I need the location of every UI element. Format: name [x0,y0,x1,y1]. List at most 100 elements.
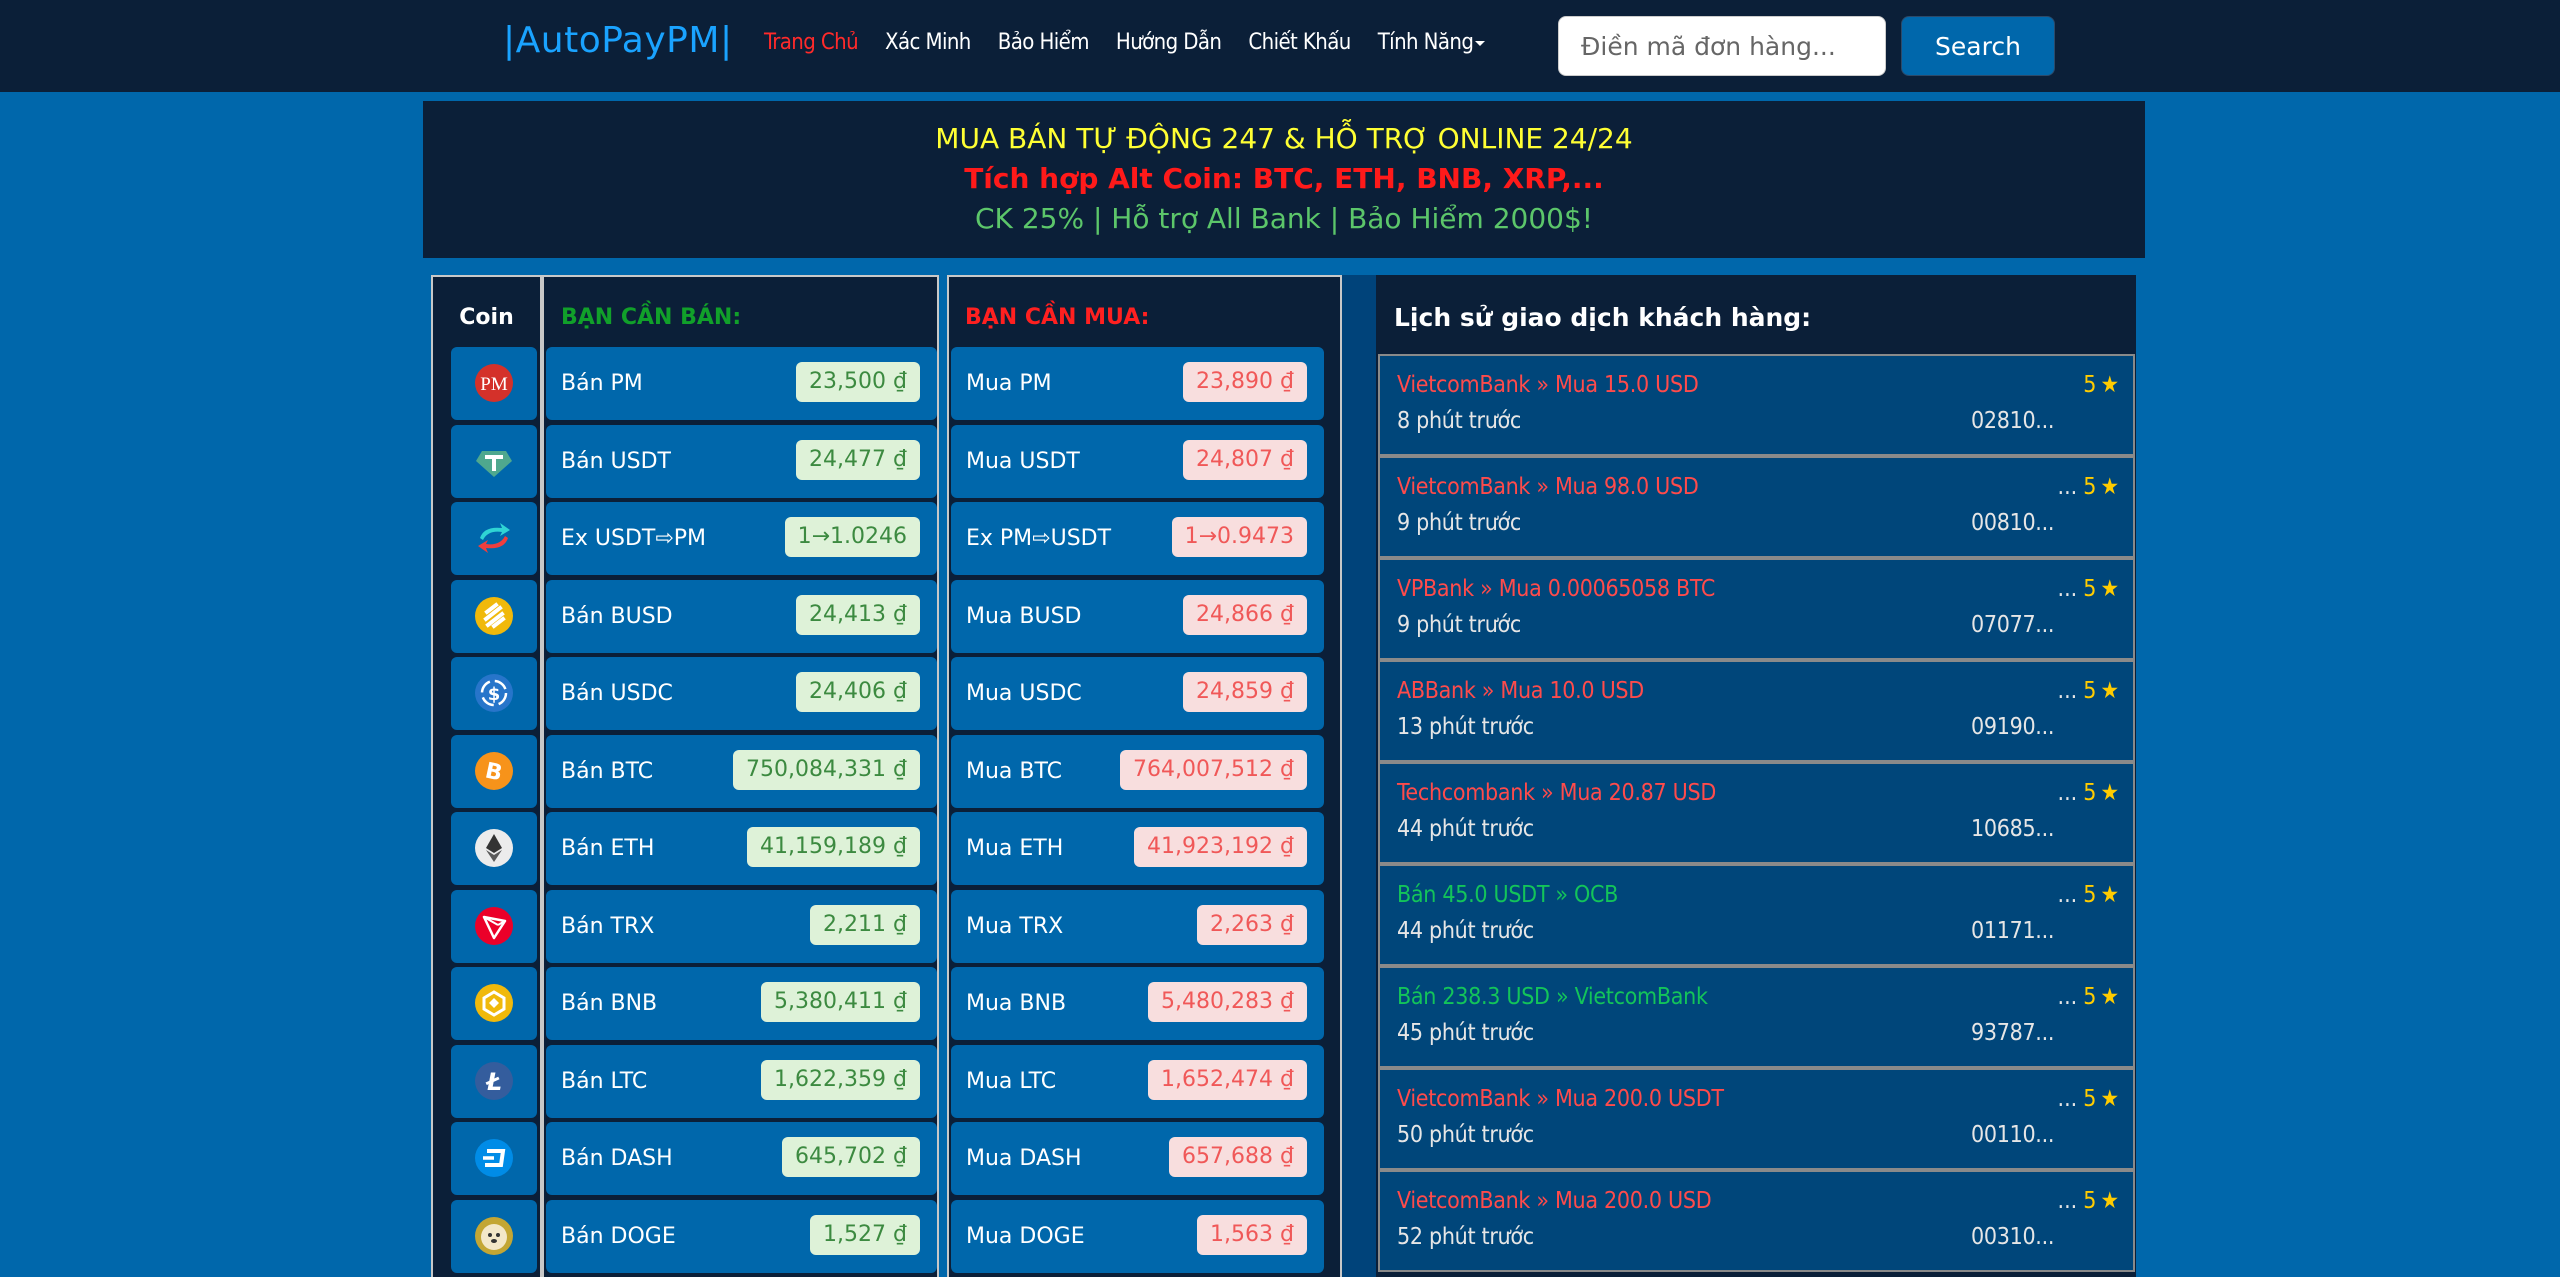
sell-row-btc[interactable]: Bán BTC 750,084,331 ₫ [546,735,937,808]
rating-value: 5 [2083,882,2097,908]
history-item-time: 44 phút trước [1397,816,1534,842]
history-item: VietcomBank » Mua 15.0 USD 5 ★ 8 phút trước… [1378,354,2135,456]
sell-row-usdt[interactable]: Bán USDT 24,477 ₫ [546,425,937,498]
rating-prefix: ... [2057,1188,2078,1214]
sell-row-ex[interactable]: Ex USDT⇨PM 1→1.0246 [546,502,937,575]
tether-icon [476,451,512,477]
coin-column: Coin PM $ B Ł [431,275,542,1277]
dogecoin-icon [475,1217,513,1255]
sell-row-pm[interactable]: Bán PM 23,500 ₫ [546,347,937,420]
coin-column-header: Coin [459,305,514,330]
history-item-rating: ... 5 ★ [2058,1188,2119,1214]
star-icon: ★ [2100,576,2119,602]
sell-row-usdc[interactable]: Bán USDC 24,406 ₫ [546,657,937,730]
rating-value: 5 [2083,780,2097,806]
busd-icon [475,597,513,635]
nav-link-bao-hiem[interactable]: Bảo Hiểm [998,30,1090,55]
history-item-time: 13 phút trước [1397,714,1534,740]
buy-price: 23,890 ₫ [1183,362,1307,402]
dash-icon [475,1139,513,1177]
buy-row-ex[interactable]: Ex PM⇨USDT 1→0.9473 [951,502,1324,575]
banner-line-2: Tích hợp Alt Coin: BTC, ETH, BNB, XRP,..… [964,162,1604,195]
buy-label: Mua USDC [966,681,1082,706]
buy-price: 24,859 ₫ [1183,672,1307,712]
search-button[interactable]: Search [1901,16,2055,76]
history-item-time: 9 phút trước [1397,612,1521,638]
sell-price: 645,702 ₫ [782,1137,920,1177]
coin-cell-bnb [451,967,537,1040]
sell-label: Ex USDT⇨PM [561,526,707,551]
star-icon: ★ [2100,1188,2119,1214]
rating-prefix: ... [2057,576,2078,602]
buy-row-ltc[interactable]: Mua LTC 1,652,474 ₫ [951,1045,1324,1118]
buy-row-busd[interactable]: Mua BUSD 24,866 ₫ [951,580,1324,653]
buy-row-eth[interactable]: Mua ETH 41,923,192 ₫ [951,812,1324,885]
buy-row-dash[interactable]: Mua DASH 657,688 ₫ [951,1122,1324,1195]
history-item-title: VietcomBank » Mua 98.0 USD [1397,474,1699,500]
order-search-input[interactable] [1558,16,1886,76]
sell-price: 24,477 ₫ [796,440,920,480]
nav-links: Trang Chủ Xác Minh Bảo Hiểm Hướng Dẫn Ch… [764,30,1512,55]
sell-row-busd[interactable]: Bán BUSD 24,413 ₫ [546,580,937,653]
coin-cell-btc: B [451,735,537,808]
buy-row-pm[interactable]: Mua PM 23,890 ₫ [951,347,1324,420]
sell-row-eth[interactable]: Bán ETH 41,159,189 ₫ [546,812,937,885]
history-item-code: 00310... [1971,1224,2055,1250]
buy-label: Mua BUSD [966,604,1082,629]
usdc-icon: $ [475,674,513,712]
sell-label: Bán DOGE [561,1224,676,1249]
buy-row-usdc[interactable]: Mua USDC 24,859 ₫ [951,657,1324,730]
sell-price: 1,527 ₫ [810,1215,920,1255]
sell-label: Bán BNB [561,991,658,1016]
buy-price: 1,563 ₫ [1197,1215,1307,1255]
history-item-time: 50 phút trước [1397,1122,1534,1148]
exchange-arrows-icon [478,523,510,553]
nav-link-huong-dan[interactable]: Hướng Dẫn [1116,30,1222,55]
buy-row-bnb[interactable]: Mua BNB 5,480,283 ₫ [951,967,1324,1040]
coin-cell-eth [451,812,537,885]
sell-row-dash[interactable]: Bán DASH 645,702 ₫ [546,1122,937,1195]
history-item-title: VietcomBank » Mua 15.0 USD [1397,372,1699,398]
star-icon: ★ [2100,882,2119,908]
history-item-rating: ... 5 ★ [2058,984,2119,1010]
sell-row-ltc[interactable]: Bán LTC 1,622,359 ₫ [546,1045,937,1118]
history-item-rating: ... 5 ★ [2058,780,2119,806]
history-item-code: 01171... [1971,918,2055,944]
nav-dropdown-tinh-nang[interactable]: Tính Năng [1378,30,1486,55]
sell-price: 1,622,359 ₫ [761,1060,920,1100]
history-item: Techcombank » Mua 20.87 USD... 5 ★ 44 phút … [1378,762,2135,864]
bitcoin-icon: B [475,752,513,790]
sell-label: Bán BTC [561,759,654,784]
buy-row-usdt[interactable]: Mua USDT 24,807 ₫ [951,425,1324,498]
sell-price: 24,413 ₫ [796,595,920,635]
buy-label: Mua PM [966,371,1052,396]
sell-row-trx[interactable]: Bán TRX 2,211 ₫ [546,890,937,963]
history-item: VietcomBank » Mua 200.0 USDT... 5 ★ 50 phút… [1378,1068,2135,1170]
buy-row-trx[interactable]: Mua TRX 2,263 ₫ [951,890,1324,963]
buy-label: Mua DASH [966,1146,1082,1171]
sell-price: 1→1.0246 [784,517,920,557]
buy-price: 24,866 ₫ [1183,595,1307,635]
brand-logo[interactable]: |AutoPayPM| [503,20,733,61]
sell-label: Bán BUSD [561,604,673,629]
sell-price: 41,159,189 ₫ [747,827,920,867]
transaction-history-panel: Lịch sử giao dịch khách hàng: VietcomBan… [1376,275,2136,1277]
rating-value: 5 [2083,678,2097,704]
rating-prefix: ... [2057,474,2078,500]
sell-row-bnb[interactable]: Bán BNB 5,380,411 ₫ [546,967,937,1040]
nav-link-xac-minh[interactable]: Xác Minh [885,30,971,55]
rating-prefix: ... [2057,678,2078,704]
history-item-title: VPBank » Mua 0.00065058 BTC [1397,576,1716,602]
history-item-time: 9 phút trước [1397,510,1521,536]
buy-row-doge[interactable]: Mua DOGE 1,563 ₫ [951,1200,1324,1273]
buy-label: Mua BTC [966,759,1063,784]
nav-link-chiet-khau[interactable]: Chiết Khấu [1248,30,1351,55]
nav-link-trang-chu[interactable]: Trang Chủ [764,30,859,55]
column-gap [1342,275,1376,1277]
buy-row-btc[interactable]: Mua BTC 764,007,512 ₫ [951,735,1324,808]
rating-prefix: ... [2057,984,2078,1010]
sell-row-doge[interactable]: Bán DOGE 1,527 ₫ [546,1200,937,1273]
buy-price: 657,688 ₫ [1169,1137,1307,1177]
history-item-time: 52 phút trước [1397,1224,1534,1250]
history-item-time: 8 phút trước [1397,408,1521,434]
